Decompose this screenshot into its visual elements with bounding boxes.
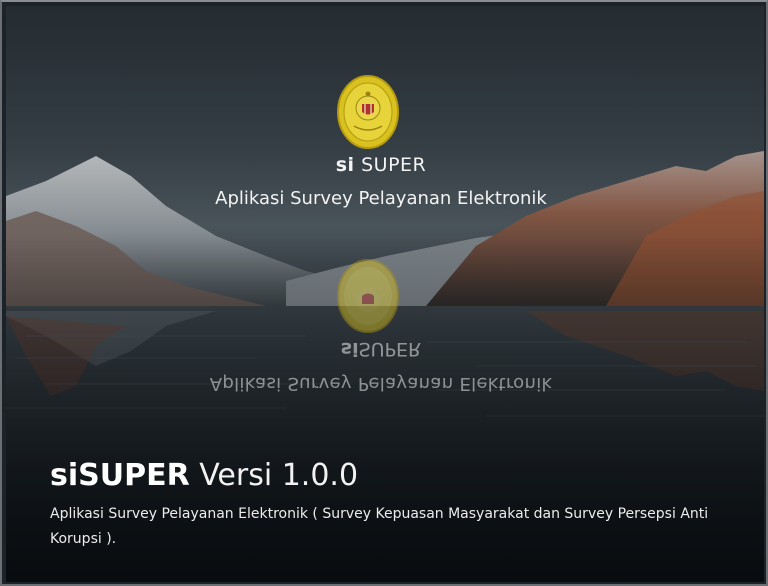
app-version-title: siSUPER Versi 1.0.0 [50,458,730,494]
brand-reflection: Aplikasi Survey Pelayanan Elektronik siS… [2,234,760,394]
brand-subtitle: Aplikasi Survey Pelayanan Elektronik [215,188,547,209]
reflection-brand: siSUPER [2,338,760,360]
reflection-emblem-icon [337,259,399,333]
brand-name: SUPER [361,154,427,176]
court-emblem-icon [337,75,399,149]
reflection-brand-prefix: si [340,338,359,360]
splash-window: si SUPER Aplikasi Survey Pelayanan Elekt… [0,0,768,586]
app-name: siSUPER [50,458,190,493]
app-info-footer: siSUPER Versi 1.0.0 Aplikasi Survey Pela… [50,458,730,552]
app-description: Aplikasi Survey Pelayanan Elektronik ( S… [50,506,709,547]
reflection-subtitle: Aplikasi Survey Pelayanan Elektronik [209,373,553,394]
brand-title: si SUPER [2,154,760,176]
app-version: Versi 1.0.0 [199,458,359,493]
reflection-brand-name: SUPER [358,338,422,360]
brand-prefix: si [335,154,355,176]
